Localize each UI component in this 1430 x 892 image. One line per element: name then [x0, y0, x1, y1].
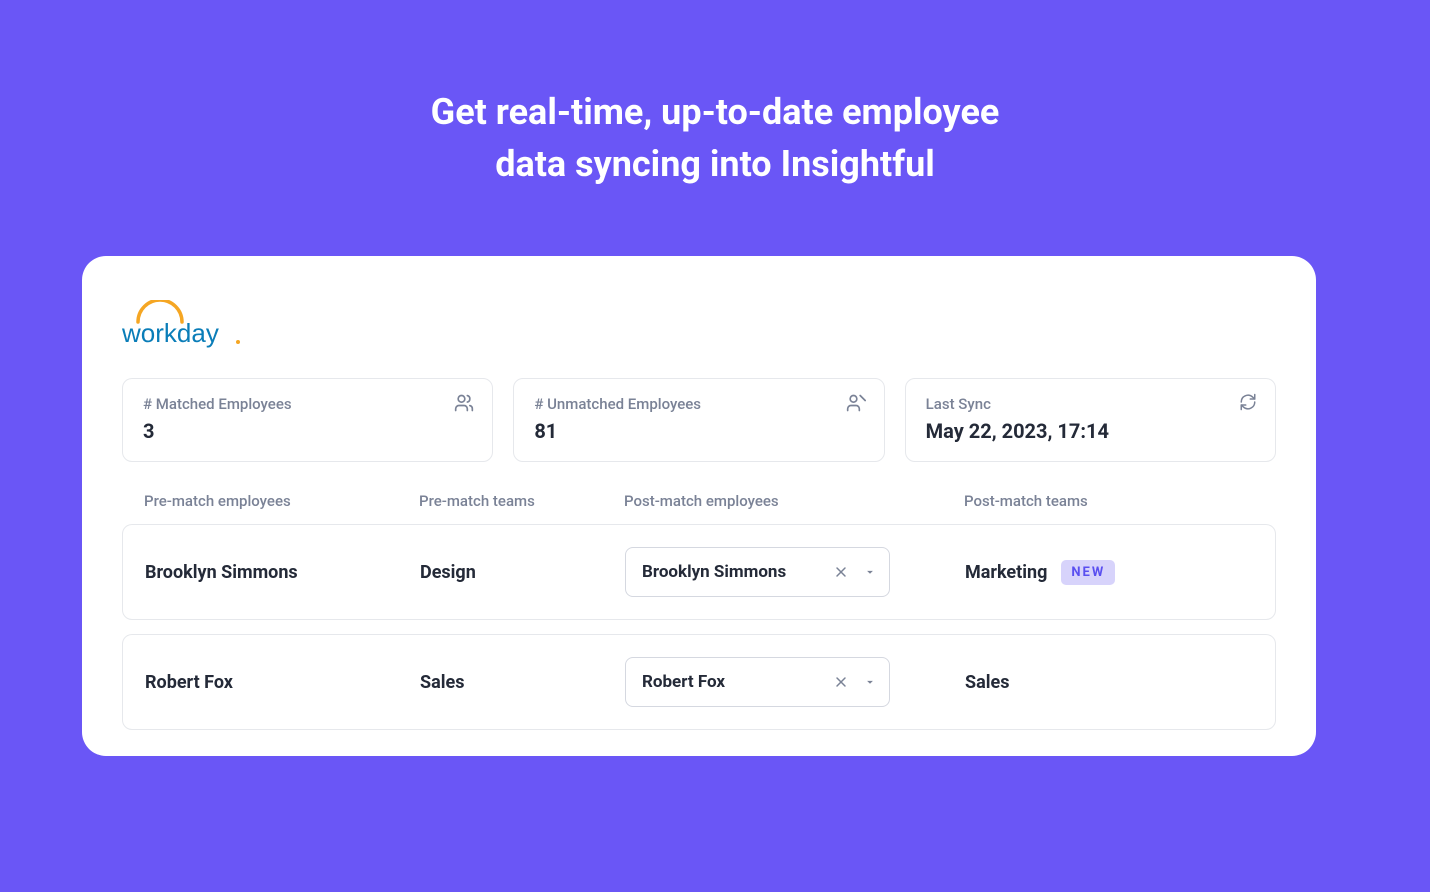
headline: Get real-time, up-to-date employee data … — [0, 0, 1430, 190]
headline-line2: data syncing into Insightful — [0, 138, 1430, 190]
headline-line1: Get real-time, up-to-date employee — [0, 86, 1430, 138]
post-match-employee-value: Brooklyn Simmons — [642, 562, 833, 582]
stats-row: # Matched Employees 3 # Unmatched Employ… — [122, 378, 1276, 462]
workday-logo: workday — [122, 300, 1276, 350]
stat-last-sync-value: May 22, 2023, 17:14 — [926, 419, 1255, 443]
new-badge: NEW — [1061, 560, 1115, 585]
col-pre-team: Pre-match teams — [419, 492, 624, 510]
clear-icon[interactable] — [833, 674, 849, 690]
chevron-down-icon[interactable] — [863, 565, 877, 579]
stat-unmatched-value: 81 — [534, 419, 863, 443]
stat-unmatched-label: # Unmatched Employees — [534, 395, 863, 413]
post-match-employee-select[interactable]: Brooklyn Simmons — [625, 547, 890, 597]
col-post-team: Post-match teams — [964, 492, 1254, 510]
pre-match-employee: Brooklyn Simmons — [145, 562, 420, 583]
post-match-employee-value: Robert Fox — [642, 672, 833, 692]
person-off-icon — [846, 393, 866, 417]
post-match-employee-select[interactable]: Robert Fox — [625, 657, 890, 707]
sync-icon[interactable] — [1239, 393, 1257, 415]
pre-match-team: Design — [420, 562, 625, 583]
logo-text: workday — [122, 318, 219, 348]
stat-matched-value: 3 — [143, 419, 472, 443]
stat-matched: # Matched Employees 3 — [122, 378, 493, 462]
stat-matched-label: # Matched Employees — [143, 395, 472, 413]
pre-match-employee: Robert Fox — [145, 672, 420, 693]
people-icon — [454, 393, 474, 417]
integration-card: workday # Matched Employees 3 # Unmatche… — [82, 256, 1316, 756]
table-row: Brooklyn Simmons Design Brooklyn Simmons… — [122, 524, 1276, 620]
stat-last-sync-label: Last Sync — [926, 395, 1255, 413]
table-headers: Pre-match employees Pre-match teams Post… — [122, 492, 1276, 524]
col-pre-emp: Pre-match employees — [144, 492, 419, 510]
post-match-team: Sales — [965, 672, 1009, 693]
chevron-down-icon[interactable] — [863, 675, 877, 689]
table-row: Robert Fox Sales Robert Fox Sales — [122, 634, 1276, 730]
post-match-team: Marketing — [965, 562, 1047, 583]
stat-unmatched: # Unmatched Employees 81 — [513, 378, 884, 462]
stat-last-sync: Last Sync May 22, 2023, 17:14 — [905, 378, 1276, 462]
clear-icon[interactable] — [833, 564, 849, 580]
pre-match-team: Sales — [420, 672, 625, 693]
col-post-emp: Post-match employees — [624, 492, 964, 510]
